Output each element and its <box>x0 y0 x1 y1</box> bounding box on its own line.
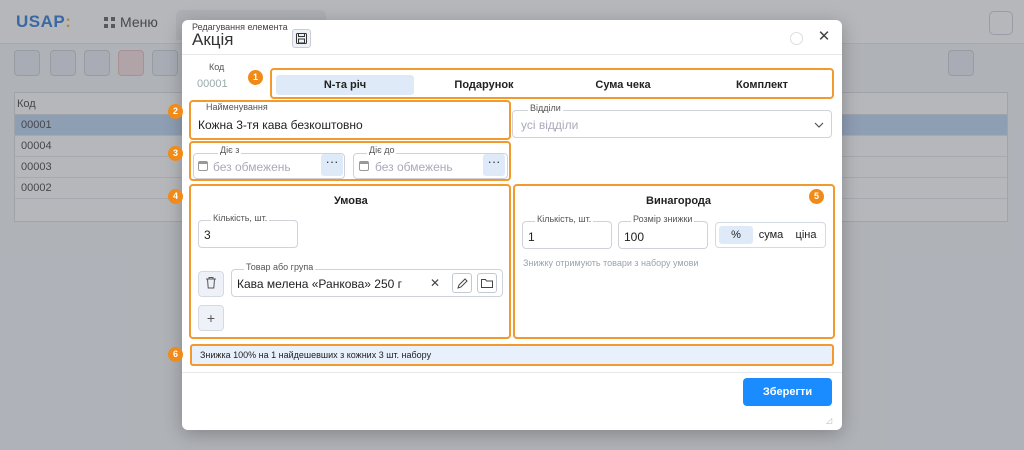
mode-price[interactable]: ціна <box>789 226 823 244</box>
product-input[interactable]: Кава мелена «Ранкова» 250 г <box>237 277 402 291</box>
calendar-icon <box>359 161 369 171</box>
code-label: Код <box>207 62 227 72</box>
save-icon-button[interactable] <box>292 29 311 48</box>
browse-product-button[interactable] <box>477 273 497 293</box>
divider <box>182 54 842 55</box>
valid-from-input[interactable]: без обмежень <box>213 160 291 174</box>
rule-summary: Знижка 100% на 1 найдешевших з кожних 3 … <box>190 344 834 366</box>
tab-nth-item[interactable]: N-та річ <box>276 75 414 95</box>
marker-1: 1 <box>248 70 263 85</box>
floppy-icon <box>296 33 307 44</box>
valid-from-picker-button[interactable]: ··· <box>321 154 343 176</box>
departments-value: усі відділи <box>521 118 579 132</box>
dialog-title: Акція <box>192 30 234 49</box>
marker-3: 3 <box>168 146 183 161</box>
code-value: 00001 <box>197 78 228 90</box>
marker-2: 2 <box>168 104 183 119</box>
resize-grip-icon[interactable]: ◿ <box>826 416 836 426</box>
folder-icon <box>481 279 493 288</box>
condition-qty-input[interactable]: 3 <box>204 228 211 242</box>
name-label: Найменування <box>204 102 270 112</box>
valid-from-label: Діє з <box>218 145 242 155</box>
condition-section <box>189 184 511 339</box>
condition-qty-label: Кількість, шт. <box>211 213 270 223</box>
trash-icon <box>206 277 216 289</box>
reward-title: Винагорода <box>646 195 712 207</box>
product-label: Товар або група <box>244 262 316 272</box>
edit-product-button[interactable] <box>452 273 472 293</box>
pencil-icon <box>456 277 468 289</box>
tab-bundle[interactable]: Комплект <box>693 75 831 95</box>
mode-percent[interactable]: % <box>719 226 753 244</box>
valid-to-picker-button[interactable]: ··· <box>483 154 505 176</box>
reward-qty-field[interactable] <box>522 221 612 249</box>
valid-to-input[interactable]: без обмежень <box>375 160 453 174</box>
condition-qty-field[interactable] <box>198 220 298 248</box>
promotion-type-tabs: N-та річ Подарунок Сума чека Комплект <box>270 68 834 99</box>
departments-label: Відділи <box>528 103 563 113</box>
reward-note: Знижку отримують товари з набору умови <box>523 258 699 268</box>
add-product-button[interactable]: + <box>198 305 224 331</box>
tab-receipt-sum[interactable]: Сума чека <box>554 75 692 95</box>
close-icon[interactable]: ✕ <box>816 29 832 45</box>
tab-gift[interactable]: Подарунок <box>415 75 553 95</box>
reward-qty-label: Кількість, шт. <box>535 214 594 224</box>
condition-title: Умова <box>334 195 368 207</box>
name-input[interactable]: Кожна 3-тя кава безкоштовно <box>198 118 363 132</box>
discount-size-label: Розмір знижки <box>631 214 695 224</box>
calendar-icon <box>198 161 208 171</box>
discount-size-input[interactable]: 100 <box>624 230 644 244</box>
chevron-down-icon[interactable] <box>814 118 824 132</box>
marker-4: 4 <box>168 189 183 204</box>
discount-mode-toggle: % сума ціна <box>715 222 826 248</box>
mode-sum[interactable]: сума <box>754 226 788 244</box>
valid-to-label: Діє до <box>367 145 397 155</box>
help-icon[interactable] <box>790 32 803 45</box>
clear-icon[interactable]: ✕ <box>430 276 440 290</box>
remove-product-button[interactable] <box>198 271 224 297</box>
edit-dialog: Редагування елемента Акція ✕ Код 00001 1… <box>168 20 842 430</box>
marker-5: 5 <box>809 189 824 204</box>
marker-6: 6 <box>168 347 183 362</box>
divider <box>182 372 842 373</box>
reward-qty-input[interactable]: 1 <box>528 230 535 244</box>
save-button[interactable]: Зберегти <box>743 378 832 406</box>
